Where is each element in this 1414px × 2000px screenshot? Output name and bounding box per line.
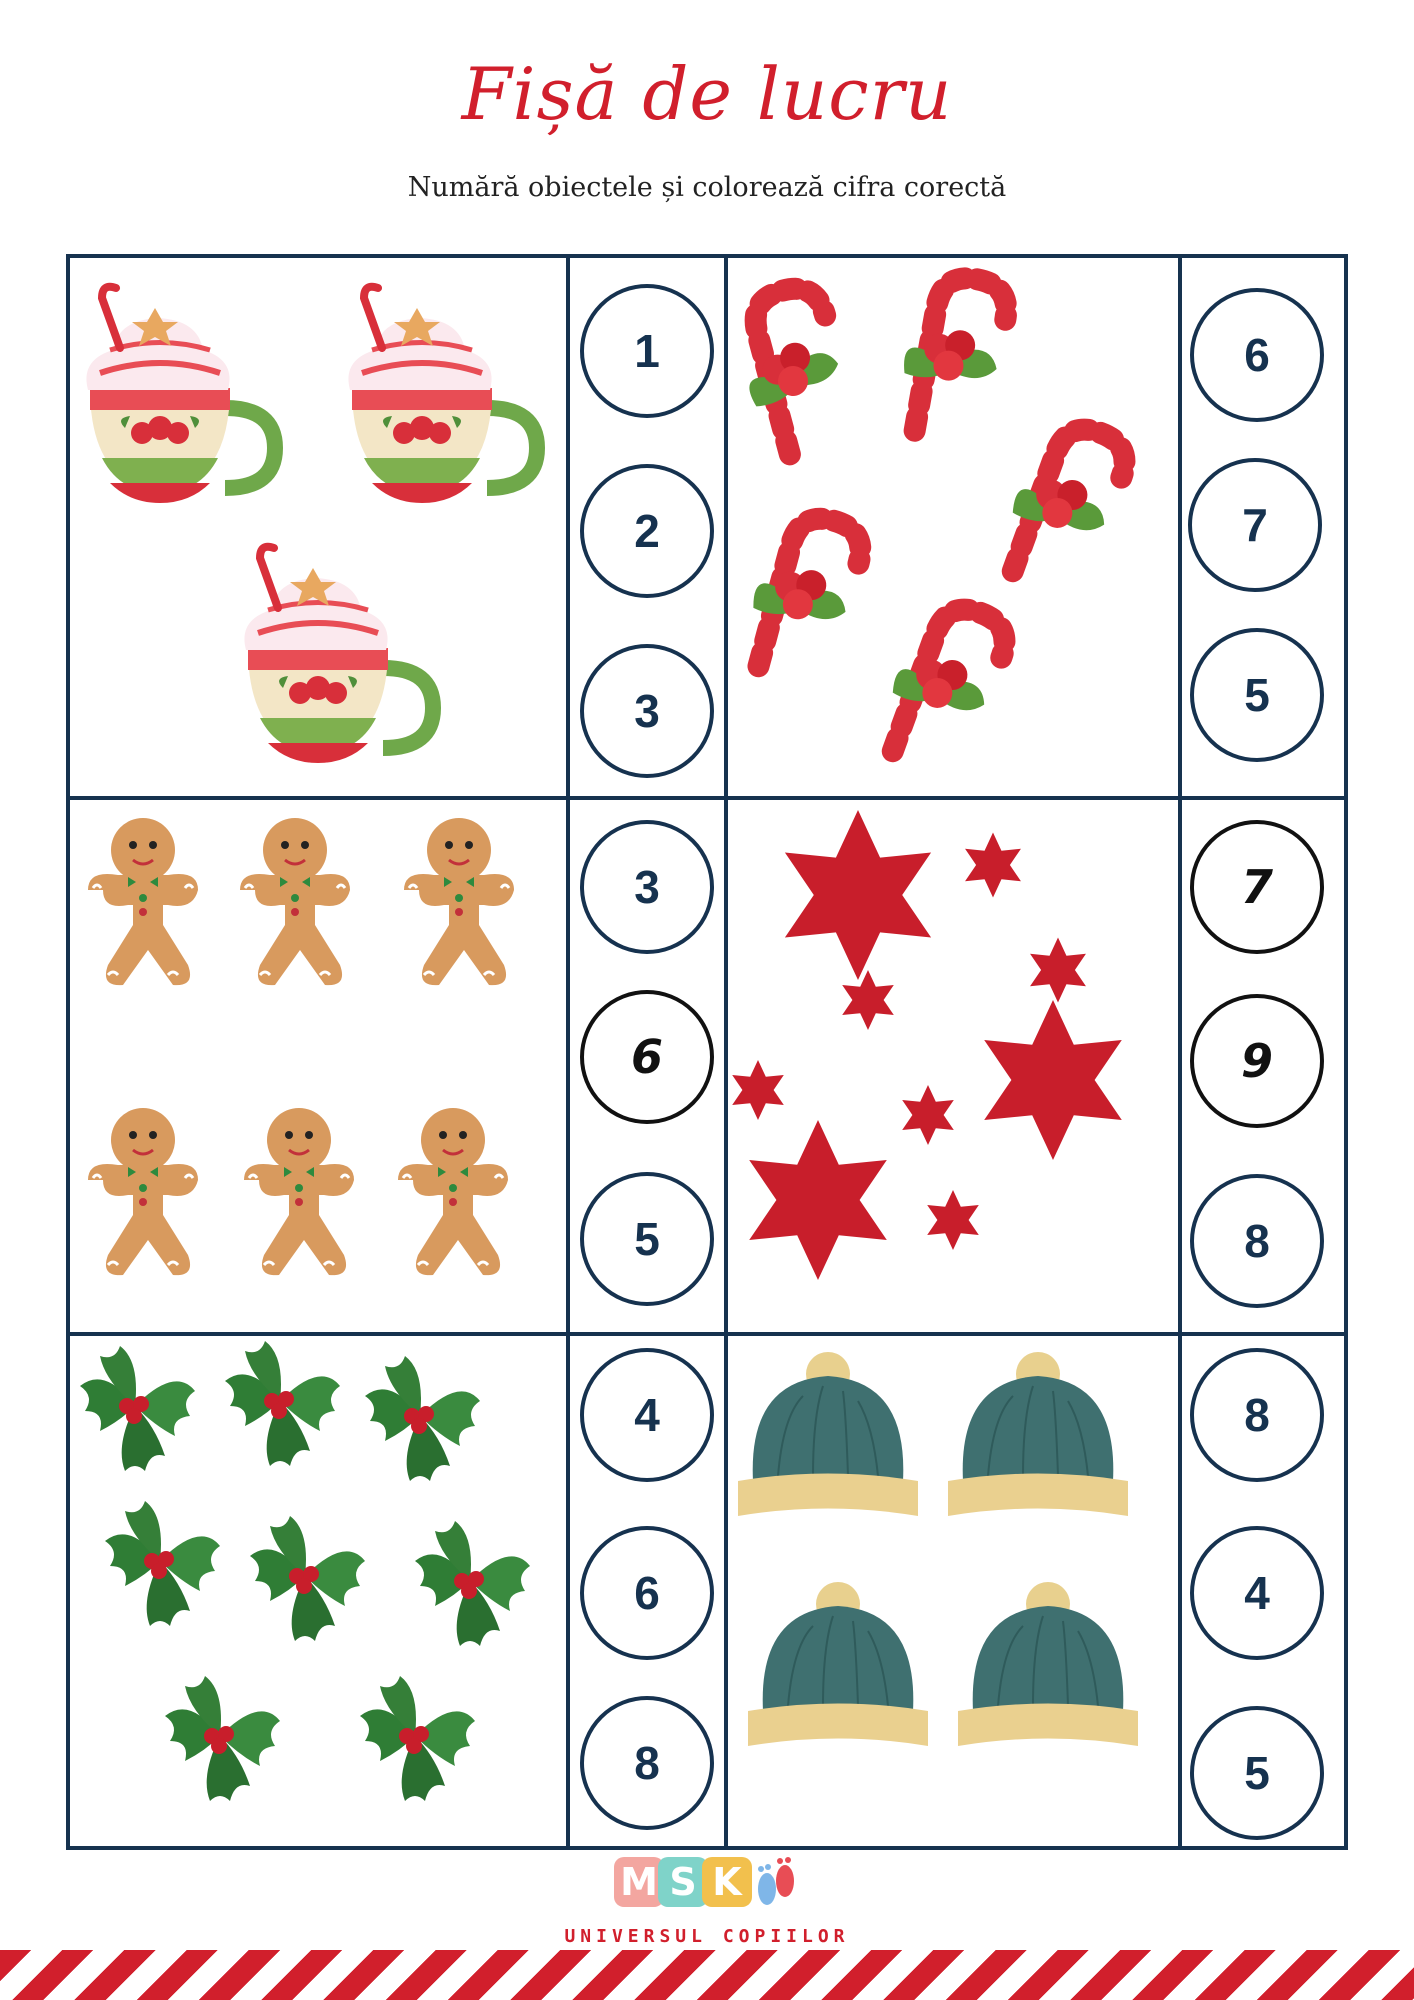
number-option[interactable]: 4 <box>1190 1526 1324 1660</box>
number-option[interactable]: 8 <box>1190 1174 1324 1308</box>
exercise-2-objects <box>728 258 1178 796</box>
exercise-5-objects <box>70 1336 566 1846</box>
number-option[interactable]: 6 <box>1190 288 1324 422</box>
number-option[interactable]: 9 <box>1190 994 1324 1128</box>
exercise-3-objects <box>70 800 566 1332</box>
brand-tagline: UNIVERSUL COPIILOR <box>564 1926 850 1947</box>
brand-logo: M S K <box>0 1852 1414 1912</box>
number-option[interactable]: 6 <box>580 1526 714 1660</box>
number-option[interactable]: 8 <box>580 1696 714 1830</box>
holly-group <box>80 1341 530 1801</box>
exercise-1-options: 1 2 3 <box>570 258 724 796</box>
exercise-3-options: 3 6 5 <box>570 800 724 1332</box>
number-option[interactable]: 5 <box>1190 628 1324 762</box>
logo-letter: S <box>658 1857 708 1907</box>
mug-group <box>70 258 566 796</box>
exercise-1-objects <box>70 258 566 796</box>
number-option[interactable]: 5 <box>1190 1706 1324 1840</box>
logo-letter: K <box>702 1857 752 1907</box>
number-option[interactable]: 5 <box>580 1172 714 1306</box>
candy-stripe-border <box>0 1950 1414 2000</box>
exercise-4-options: 7 9 8 <box>1182 800 1344 1332</box>
number-option[interactable]: 1 <box>580 284 714 418</box>
exercise-6-objects <box>728 1336 1178 1846</box>
number-option[interactable]: 3 <box>580 644 714 778</box>
page-subtitle: Numără obiectele și colorează cifra core… <box>407 172 1007 203</box>
number-option[interactable]: 7 <box>1188 458 1322 592</box>
exercise-4-objects <box>728 800 1178 1332</box>
baby-feet-icon <box>758 1857 794 1905</box>
candy-cane-group <box>728 258 1178 796</box>
number-option[interactable]: 8 <box>1190 1348 1324 1482</box>
logo-letter: M <box>614 1857 664 1907</box>
exercise-6-options: 8 4 5 <box>1182 1336 1344 1846</box>
gingerbread-group <box>86 816 516 1277</box>
exercise-2-options: 6 7 5 <box>1182 258 1344 796</box>
exercise-5-options: 4 6 8 <box>570 1336 724 1846</box>
number-option[interactable]: 7 <box>1190 820 1324 954</box>
number-option[interactable]: 2 <box>580 464 714 598</box>
number-option[interactable]: 3 <box>580 820 714 954</box>
number-option[interactable]: 6 <box>580 990 714 1124</box>
hat-group <box>737 1351 1139 1747</box>
number-option[interactable]: 4 <box>580 1348 714 1482</box>
page-title: Fișă de lucru <box>461 52 953 136</box>
star-group <box>732 810 1122 1280</box>
